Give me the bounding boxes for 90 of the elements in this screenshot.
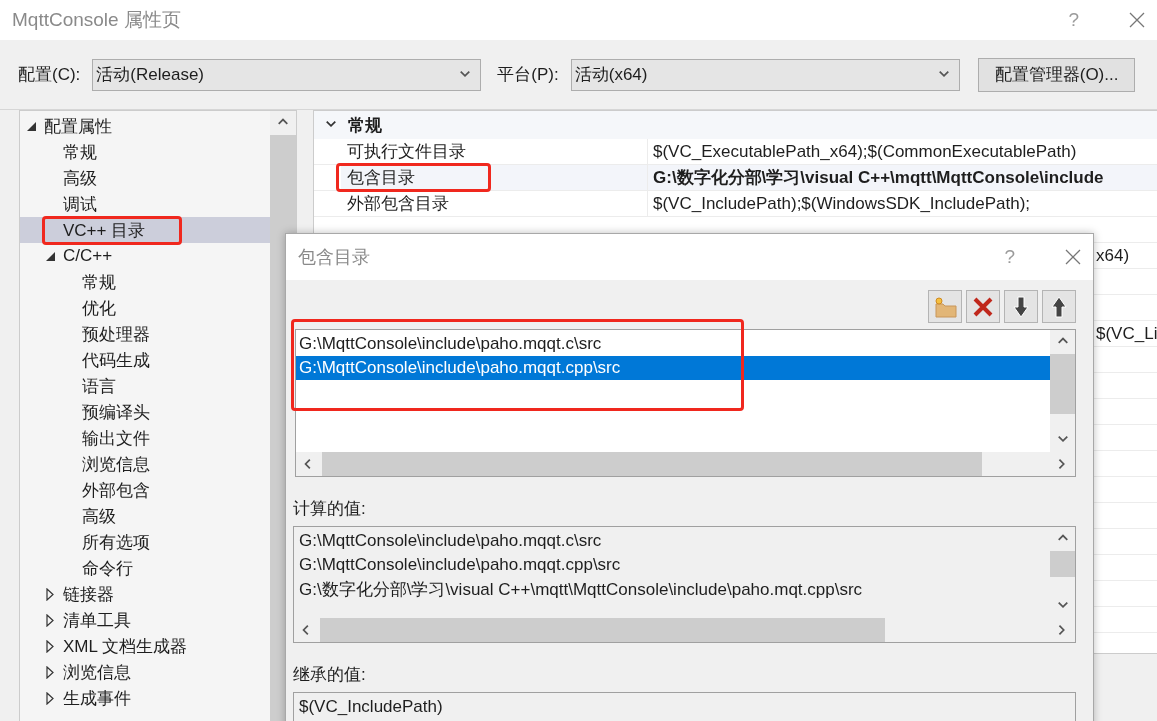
tree-item-label: 生成事件 [63, 687, 131, 710]
property-name: 外部包含目录 [347, 193, 449, 215]
scrollbar[interactable] [1050, 330, 1075, 452]
computed-value: G:\MqttConsole\include\paho.mqqt.cpp\src [298, 554, 622, 576]
tree-item[interactable]: XML 文档生成器 [20, 633, 270, 659]
tree-item-label: C/C++ [63, 246, 113, 266]
section-label: 继承的值: [293, 664, 367, 686]
tree-item[interactable]: 命令行 [20, 555, 270, 581]
tree-item[interactable]: 调试 [20, 191, 270, 217]
inherited-value: $(VC_IncludePath) [298, 696, 444, 718]
tree-item-label: 命令行 [82, 557, 133, 580]
tree-item-label: 高级 [82, 505, 116, 528]
folder-icon [933, 295, 957, 318]
tree-item-label: 配置属性 [44, 115, 112, 138]
tree-item-label: 优化 [82, 297, 116, 320]
tree-item[interactable]: 输出文件 [20, 425, 270, 451]
close-icon[interactable] [1129, 12, 1145, 28]
directory-entry[interactable]: G:\MqttConsole\include\paho.mqqt.cpp\src [296, 356, 1050, 380]
property-value: $(VC_Li [1096, 323, 1157, 345]
category-header[interactable]: 常规 [314, 111, 1157, 139]
property-value: $(VC_ExecutablePath_x64);$(CommonExecutablePath) [652, 140, 1077, 163]
tree-item[interactable]: 常规 [20, 139, 270, 165]
category-label: 常规 [348, 114, 382, 137]
tree-item[interactable]: 优化 [20, 295, 270, 321]
field-label: 平台(P): [497, 64, 559, 86]
dialog-title: 包含目录 [298, 246, 371, 269]
down-arrow-icon [1013, 295, 1029, 318]
move-up-button[interactable] [1042, 290, 1076, 323]
tree-item[interactable]: 链接器 [20, 581, 270, 607]
collapsed-triangle-icon[interactable] [46, 665, 54, 679]
collapsed-triangle-icon[interactable] [46, 613, 54, 627]
tree-item-label: 预处理器 [82, 323, 150, 346]
tree-item-label: 常规 [82, 271, 116, 294]
property-name: 包含目录 [347, 167, 415, 189]
tree-item[interactable]: 预处理器 [20, 321, 270, 347]
tree-item-label: 输出文件 [82, 427, 150, 450]
delete-button[interactable] [966, 290, 1000, 323]
scrollbar[interactable] [296, 452, 1075, 476]
collapsed-triangle-icon[interactable] [46, 587, 54, 601]
tree-item[interactable]: 高级 [20, 165, 270, 191]
tree-item-label: 高级 [63, 167, 97, 190]
tree-item[interactable]: 生成事件 [20, 685, 270, 711]
close-icon[interactable] [1065, 249, 1081, 265]
field-label: 配置(C): [18, 64, 81, 86]
tree-item-label: 清单工具 [63, 609, 131, 632]
tree-item[interactable]: 配置属性 [20, 113, 270, 139]
property-value: x64) [1096, 245, 1130, 267]
property-value: $(VC_IncludePath);$(WindowsSDK_IncludePath); [652, 192, 1031, 215]
tree-item-label: 调试 [63, 193, 97, 216]
tree-item[interactable]: 所有选项 [20, 529, 270, 555]
tree-item-label: 语言 [82, 375, 116, 398]
tree-item-label: 常规 [63, 141, 97, 164]
property-name: 可执行文件目录 [347, 141, 466, 163]
tree-item-label: 链接器 [63, 583, 114, 606]
tree-item[interactable]: 清单工具 [20, 607, 270, 633]
tree-item-label: VC++ 目录 [63, 219, 146, 242]
tree-item-label: 预编译头 [82, 401, 150, 424]
expanded-triangle-icon[interactable] [27, 121, 36, 131]
expanded-triangle-icon[interactable] [46, 251, 55, 261]
tree-item-label: 浏览信息 [82, 453, 150, 476]
property-value: G:\数字化分部\学习\visual C++\mqtt\MqttConsole\include [652, 167, 1104, 189]
computed-value: G:\MqttConsole\include\paho.mqqt.c\src [298, 530, 603, 552]
tree-item[interactable]: C/C++ [20, 243, 270, 269]
delete-icon [972, 295, 994, 318]
tree-item[interactable]: 语言 [20, 373, 270, 399]
tree-item-label: 外部包含 [82, 479, 150, 502]
dropdown[interactable]: 活动(x64) [570, 58, 960, 91]
tree-item[interactable]: 常规 [20, 269, 270, 295]
tree-item[interactable]: 浏览信息 [20, 659, 270, 685]
section-label: 计算的值: [293, 498, 367, 520]
up-arrow-icon [1051, 295, 1067, 318]
tree-item[interactable]: 高级 [20, 503, 270, 529]
computed-value: G:\数字化分部\学习\visual C++\mqtt\MqttConsole\include\paho.mqt.cpp\src [298, 578, 864, 601]
tree-item[interactable]: 预编译头 [20, 399, 270, 425]
collapsed-triangle-icon[interactable] [46, 639, 54, 653]
tree-item-label: 浏览信息 [63, 661, 131, 684]
tree-item[interactable]: 代码生成 [20, 347, 270, 373]
tree-item[interactable]: 外部包含 [20, 477, 270, 503]
dropdown[interactable]: 活动(Release) [92, 58, 482, 91]
tree-item-label: XML 文档生成器 [63, 635, 188, 658]
tree-item[interactable]: 浏览信息 [20, 451, 270, 477]
window-title: MqttConsole 属性页 [12, 8, 182, 32]
collapsed-triangle-icon[interactable] [46, 691, 54, 705]
directory-entry[interactable]: G:\MqttConsole\include\paho.mqqt.c\src [296, 332, 1050, 356]
tree-item-label: 所有选项 [82, 531, 150, 554]
move-down-button[interactable] [1004, 290, 1038, 323]
tree-item-label: 代码生成 [82, 349, 150, 372]
directory-list[interactable]: G:\MqttConsole\include\paho.mqqt.c\src G:\MqttConsole\include\paho.mqqt.cpp\src [295, 329, 1076, 477]
tree-item[interactable]: VC++ 目录 [20, 217, 270, 243]
config-manager-button[interactable]: 配置管理器(O)... [977, 57, 1136, 92]
